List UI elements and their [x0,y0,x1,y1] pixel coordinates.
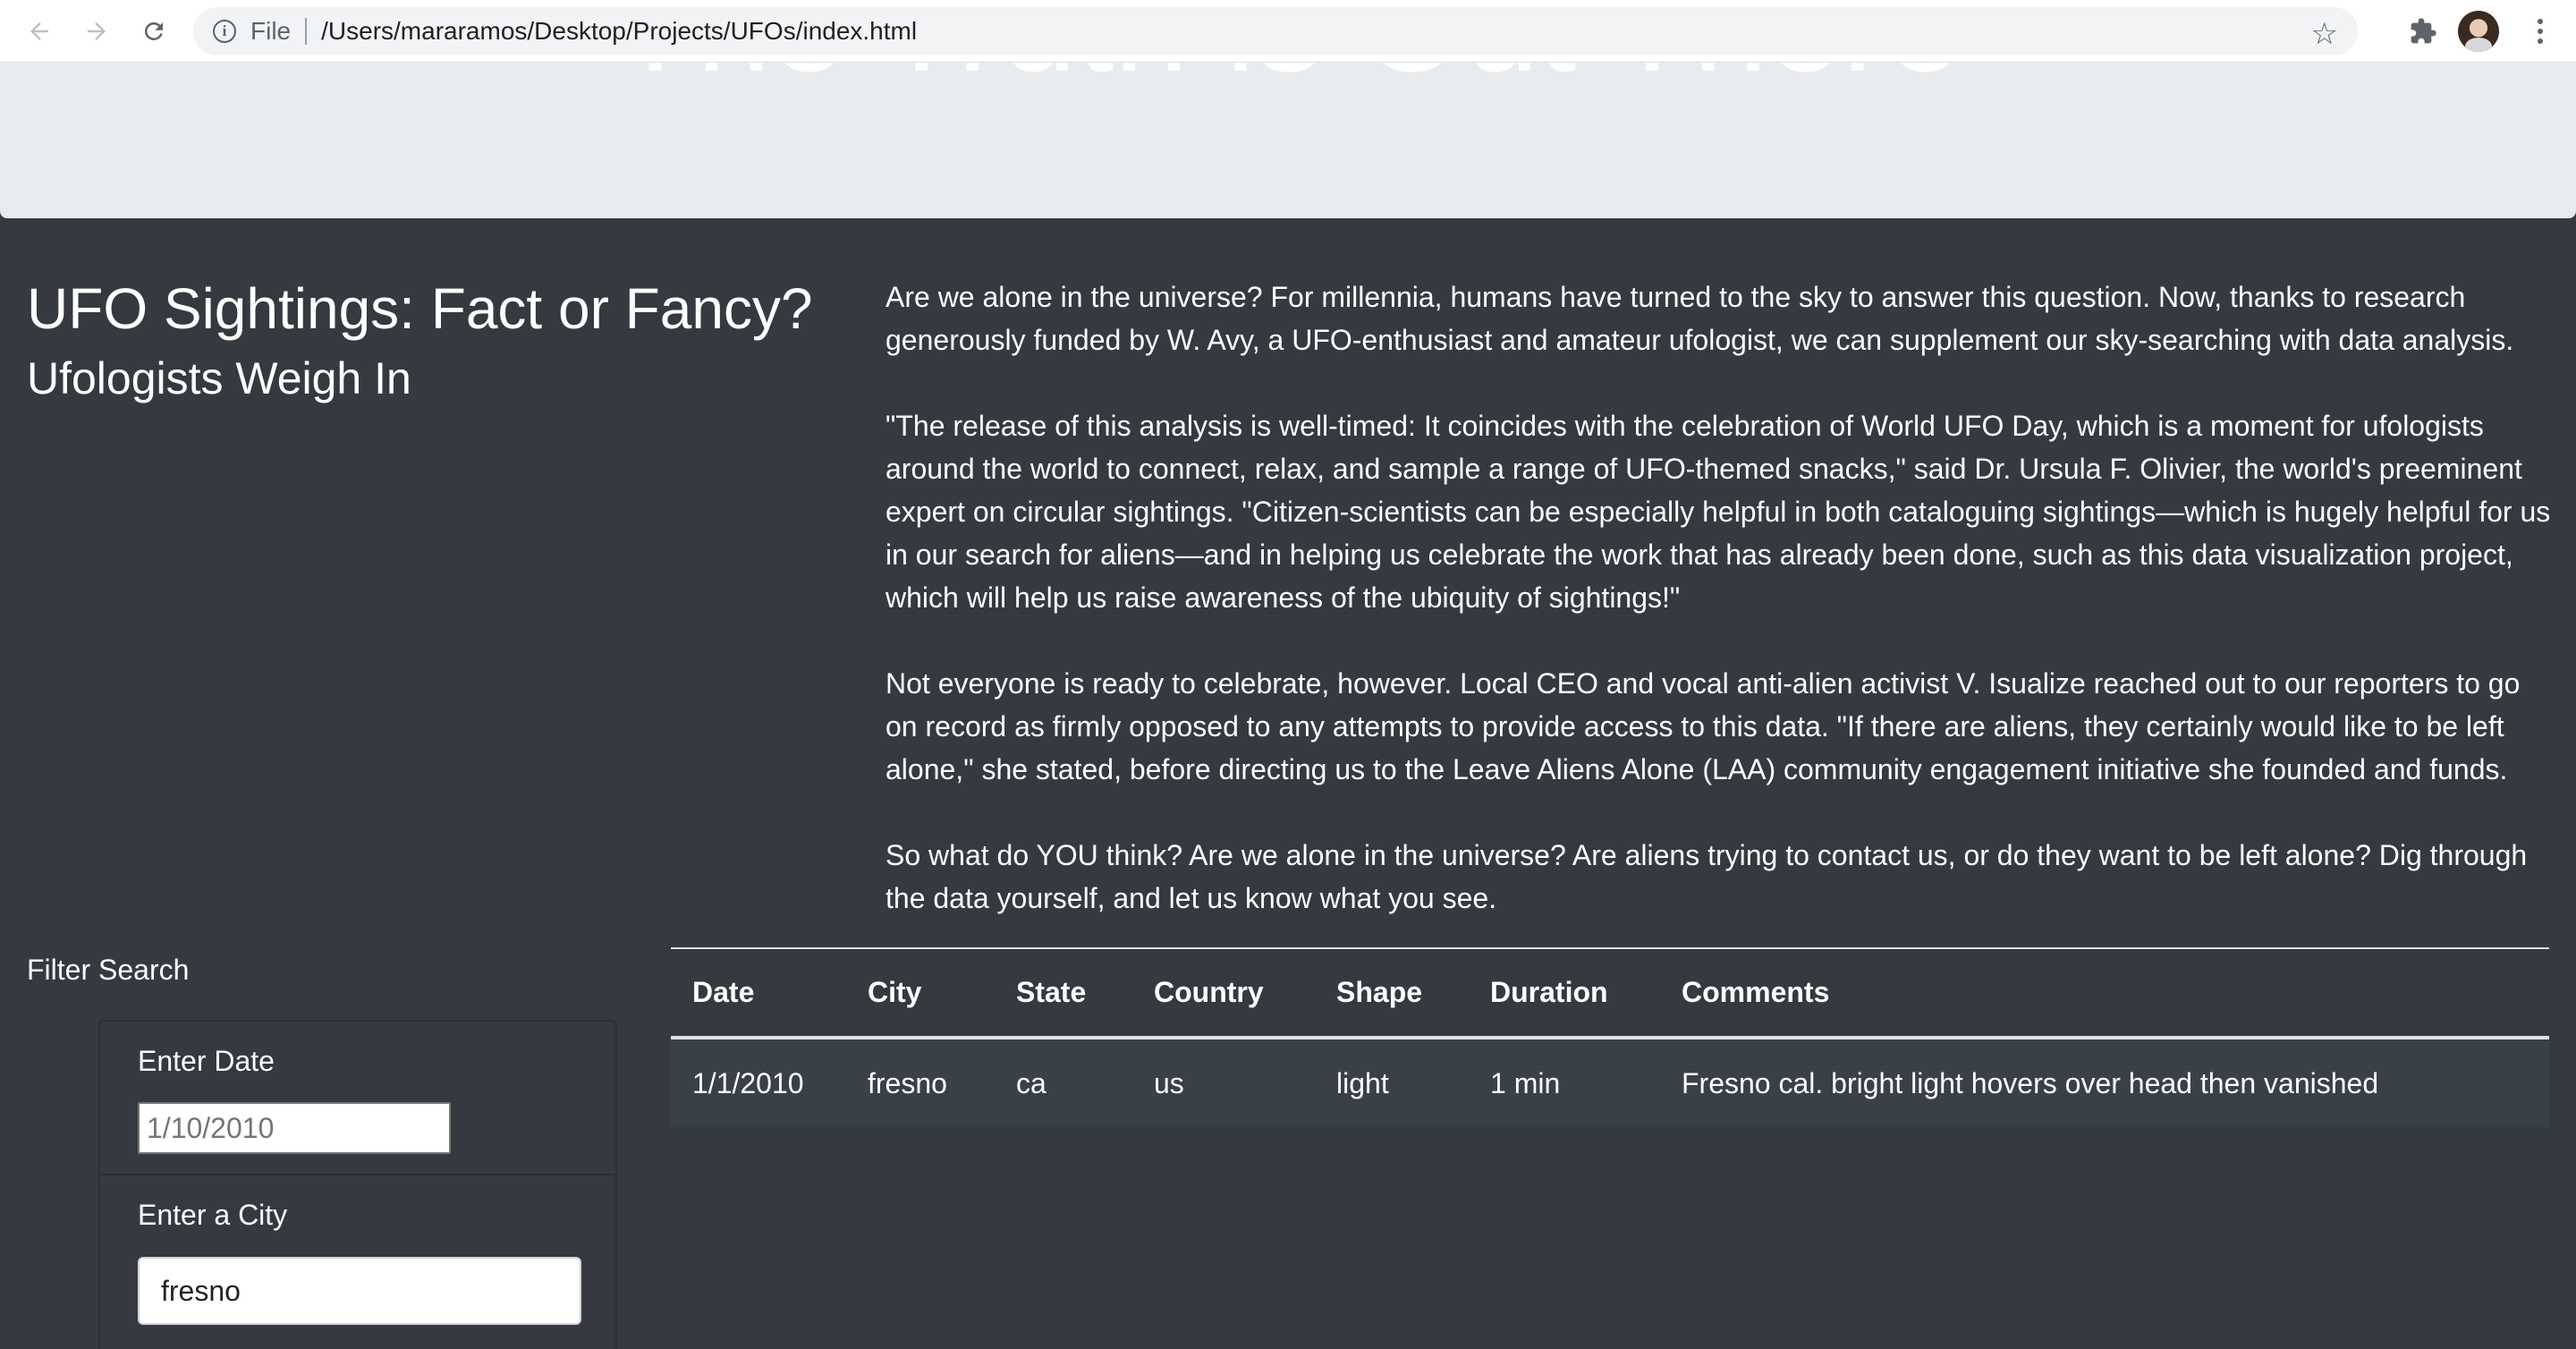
url-text[interactable]: /Users/mararamos/Desktop/Projects/UFOs/i… [321,17,917,46]
cell-city: fresno [846,1038,995,1127]
cell-shape: light [1315,1038,1469,1127]
info-icon[interactable]: i [213,20,236,43]
filter-list: Enter Date Enter a City [98,1020,617,1349]
article-subhead: Ufologists Weigh In [27,353,411,403]
jumbotron-title: The Truth is Out There [0,63,2576,91]
forward-button[interactable] [73,9,120,54]
column-header-city: City [868,976,922,1008]
back-button[interactable] [16,9,63,54]
date-filter-label: Enter Date [138,1045,275,1077]
cell-state: ca [995,1038,1132,1127]
cell-comments: Fresno cal. bright light hovers over hea… [1660,1038,2549,1127]
column-header-date: Date [692,976,755,1008]
date-input[interactable] [138,1102,451,1154]
address-bar[interactable]: i File /Users/mararamos/Desktop/Projects… [193,7,2358,55]
article-paragraph: Are we alone in the universe? For millen… [886,281,2514,356]
kebab-menu-icon[interactable] [2522,13,2558,50]
article-paragraph: Not everyone is ready to celebrate, howe… [886,667,2521,785]
filter-item-date: Enter Date [100,1022,615,1175]
city-input[interactable] [138,1257,581,1325]
column-header-duration: Duration [1490,976,1608,1008]
reload-icon [144,21,163,40]
ufo-table: Date City State Country Shape Duration C… [671,947,2549,1127]
column-header-comments: Comments [1682,976,1830,1008]
column-header-country: Country [1154,976,1264,1008]
jumbotron: The Truth is Out There [0,63,2576,218]
extensions-puzzle-icon[interactable] [2404,13,2442,50]
profile-avatar[interactable] [2458,11,2499,52]
filter-search-title: Filter Search [27,954,190,986]
cell-country: us [1132,1038,1315,1127]
column-header-state: State [1016,976,1087,1008]
back-arrow-icon [30,22,48,40]
table-row: 1/1/2010 fresno ca us light 1 min Fresno… [671,1038,2549,1127]
cell-duration: 1 min [1469,1038,1660,1127]
cell-date: 1/1/2010 [671,1038,846,1127]
puzzle-icon [2411,18,2436,44]
file-label: File [250,17,292,45]
article-paragraph: So what do YOU think? Are we alone in th… [886,839,2528,914]
reload-button[interactable] [131,9,177,54]
forward-arrow-icon [88,22,106,40]
article-body: Are we alone in the universe? For millen… [886,276,2555,963]
article-headline: UFO Sightings: Fact or Fancy? [27,276,813,341]
browser-toolbar: i File /Users/mararamos/Desktop/Projects… [0,0,2576,63]
bookmark-star-icon[interactable]: ☆ [2311,16,2338,52]
omnibox-separator [305,18,308,45]
table-header-row: Date City State Country Shape Duration C… [671,948,2549,1038]
article-paragraph: "The release of this analysis is well-ti… [886,410,2551,614]
column-header-shape: Shape [1336,976,1423,1008]
city-filter-label: Enter a City [138,1199,288,1231]
